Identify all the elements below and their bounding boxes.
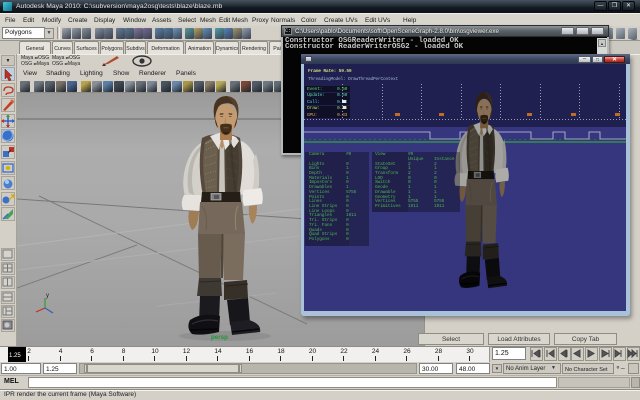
svg-text:y: y bbox=[46, 293, 49, 299]
